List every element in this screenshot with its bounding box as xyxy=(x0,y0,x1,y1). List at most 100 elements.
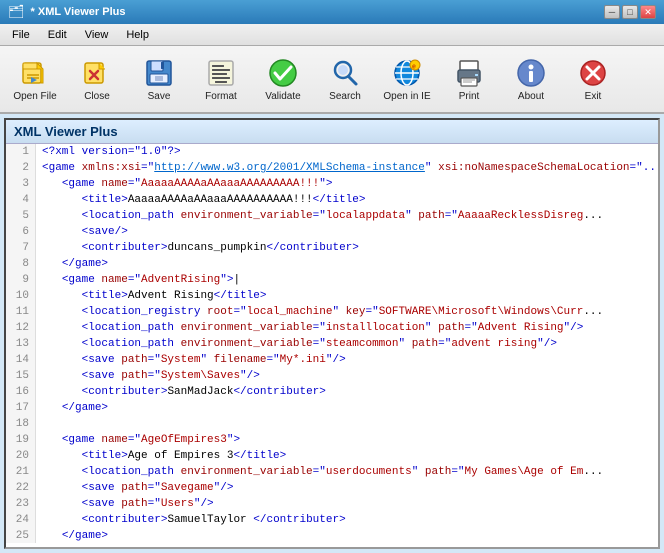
line-content-10: <title>Advent Rising</title> xyxy=(36,288,266,304)
line-num-17: 17 xyxy=(6,400,36,416)
save-label: Save xyxy=(148,91,171,102)
xml-line-18: 18 xyxy=(6,416,658,432)
line-num-23: 23 xyxy=(6,496,36,512)
line-content-21: <location_path environment_variable="use… xyxy=(36,464,603,480)
toolbar: Open File Close Save xyxy=(0,46,664,114)
minimize-button[interactable]: ─ xyxy=(604,5,620,19)
menu-help[interactable]: Help xyxy=(118,27,157,43)
line-num-8: 8 xyxy=(6,256,36,272)
open-in-ie-button[interactable]: e Open in IE xyxy=(378,50,436,108)
open-in-ie-label: Open in IE xyxy=(383,91,430,102)
line-num-20: 20 xyxy=(6,448,36,464)
line-num-10: 10 xyxy=(6,288,36,304)
xml-line-5: 5 <location_path environment_variable="l… xyxy=(6,208,658,224)
close-button[interactable]: ✕ xyxy=(640,5,656,19)
save-button[interactable]: Save xyxy=(130,50,188,108)
line-content-16: <contributer>SanMadJack</contributer> xyxy=(36,384,326,400)
validate-label: Validate xyxy=(265,91,300,102)
line-content-11: <location_registry root="local_machine" … xyxy=(36,304,603,320)
line-num-6: 6 xyxy=(6,224,36,240)
line-content-1: <?xml version="1.0"?> xyxy=(36,144,181,160)
search-button[interactable]: Search xyxy=(316,50,374,108)
line-num-18: 18 xyxy=(6,416,36,432)
about-label: About xyxy=(518,91,544,102)
validate-icon xyxy=(267,57,299,89)
maximize-button[interactable]: □ xyxy=(622,5,638,19)
open-file-icon xyxy=(19,57,51,89)
close-button-toolbar[interactable]: Close xyxy=(68,50,126,108)
open-in-ie-icon: e xyxy=(391,57,423,89)
menu-edit[interactable]: Edit xyxy=(40,27,75,43)
about-icon xyxy=(515,57,547,89)
xml-line-3: 3 <game name="AaaaaAAAAaAAaaaAAAAAAAAA!!… xyxy=(6,176,658,192)
xml-line-22: 22 <save path="Savegame"/> xyxy=(6,480,658,496)
xml-line-20: 20 <title>Age of Empires 3</title> xyxy=(6,448,658,464)
menu-bar: File Edit View Help xyxy=(0,24,664,46)
format-icon xyxy=(205,57,237,89)
line-content-3: <game name="AaaaaAAAAaAAaaaAAAAAAAAA!!!"… xyxy=(36,176,332,192)
xml-line-2: 2 <game xmlns:xsi="http://www.w3.org/200… xyxy=(6,160,658,176)
xml-line-24: 24 <contributer>SamuelTaylor </contribut… xyxy=(6,512,658,528)
exit-button[interactable]: Exit xyxy=(564,50,622,108)
title-bar: 🗂 * XML Viewer Plus ─ □ ✕ xyxy=(0,0,664,24)
line-content-2: <game xmlns:xsi="http://www.w3.org/2001/… xyxy=(36,160,658,176)
xml-content[interactable]: 1 <?xml version="1.0"?> 2 <game xmlns:xs… xyxy=(6,144,658,543)
line-num-5: 5 xyxy=(6,208,36,224)
close-label: Close xyxy=(84,91,110,102)
close-icon xyxy=(81,57,113,89)
line-num-24: 24 xyxy=(6,512,36,528)
xml-line-21: 21 <location_path environment_variable="… xyxy=(6,464,658,480)
xml-line-11: 11 <location_registry root="local_machin… xyxy=(6,304,658,320)
line-content-13: <location_path environment_variable="ste… xyxy=(36,336,557,352)
line-content-24: <contributer>SamuelTaylor </contributer> xyxy=(36,512,346,528)
line-content-12: <location_path environment_variable="ins… xyxy=(36,320,583,336)
print-icon xyxy=(453,57,485,89)
line-num-13: 13 xyxy=(6,336,36,352)
validate-button[interactable]: Validate xyxy=(254,50,312,108)
line-num-14: 14 xyxy=(6,352,36,368)
format-button[interactable]: Format xyxy=(192,50,250,108)
print-button[interactable]: Print xyxy=(440,50,498,108)
line-num-2: 2 xyxy=(6,160,36,176)
xml-line-16: 16 <contributer>SanMadJack</contributer> xyxy=(6,384,658,400)
line-content-22: <save path="Savegame"/> xyxy=(36,480,233,496)
line-content-5: <location_path environment_variable="loc… xyxy=(36,208,603,224)
line-content-4: <title>AaaaaAAAAaAAaaaAAAAAAAAAA!!!</tit… xyxy=(36,192,365,208)
svg-text:e: e xyxy=(412,63,416,70)
line-num-15: 15 xyxy=(6,368,36,384)
xml-line-15: 15 <save path="System\Saves"/> xyxy=(6,368,658,384)
xml-line-9: 9 <game name="AdventRising">| xyxy=(6,272,658,288)
xml-line-8: 8 </game> xyxy=(6,256,658,272)
line-num-7: 7 xyxy=(6,240,36,256)
content-area: XML Viewer Plus 1 <?xml version="1.0"?> … xyxy=(4,118,660,549)
line-content-18 xyxy=(36,416,49,432)
line-num-9: 9 xyxy=(6,272,36,288)
line-content-6: <save/> xyxy=(36,224,128,240)
xml-line-10: 10 <title>Advent Rising</title> xyxy=(6,288,658,304)
content-header: XML Viewer Plus xyxy=(6,120,658,144)
menu-file[interactable]: File xyxy=(4,27,38,43)
exit-label: Exit xyxy=(585,91,602,102)
line-content-15: <save path="System\Saves"/> xyxy=(36,368,260,384)
line-content-23: <save path="Users"/> xyxy=(36,496,214,512)
xml-line-7: 7 <contributer>duncans_pumpkin</contribu… xyxy=(6,240,658,256)
xml-line-13: 13 <location_path environment_variable="… xyxy=(6,336,658,352)
line-num-3: 3 xyxy=(6,176,36,192)
line-num-22: 22 xyxy=(6,480,36,496)
line-num-1: 1 xyxy=(6,144,36,160)
line-num-21: 21 xyxy=(6,464,36,480)
format-label: Format xyxy=(205,91,237,102)
print-label: Print xyxy=(459,91,480,102)
line-content-17: </game> xyxy=(36,400,108,416)
line-content-7: <contributer>duncans_pumpkin</contribute… xyxy=(36,240,359,256)
xml-line-19: 19 <game name="AgeOfEmpires3"> xyxy=(6,432,658,448)
open-file-button[interactable]: Open File xyxy=(6,50,64,108)
menu-view[interactable]: View xyxy=(77,27,117,43)
line-num-25: 25 xyxy=(6,528,36,543)
title-bar-text: * XML Viewer Plus xyxy=(31,6,126,18)
save-icon xyxy=(143,57,175,89)
line-content-14: <save path="System" filename="My*.ini"/> xyxy=(36,352,346,368)
about-button[interactable]: About xyxy=(502,50,560,108)
xml-line-1: 1 <?xml version="1.0"?> xyxy=(6,144,658,160)
line-content-20: <title>Age of Empires 3</title> xyxy=(36,448,286,464)
